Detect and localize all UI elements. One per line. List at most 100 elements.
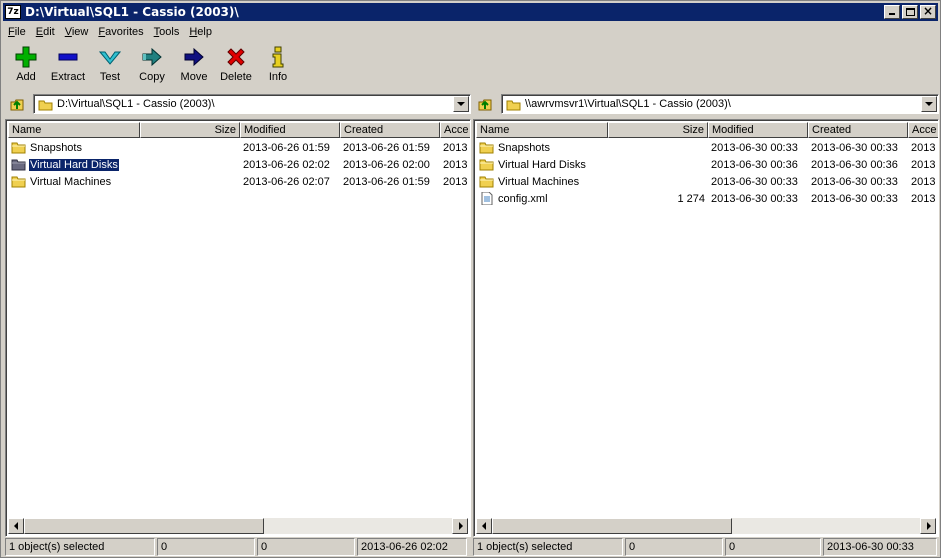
minus-icon bbox=[56, 45, 80, 69]
minimize-icon bbox=[889, 13, 895, 15]
add-button[interactable]: Add bbox=[5, 45, 47, 89]
up-folder-icon bbox=[478, 99, 492, 111]
file-name: Snapshots bbox=[30, 141, 82, 154]
left-status-modified: 2013-06-26 02:02 bbox=[357, 538, 467, 556]
right-horizontal-scrollbar[interactable] bbox=[476, 518, 936, 534]
minimize-button[interactable] bbox=[884, 5, 900, 19]
right-path-bar: \\awrvmsvr1\Virtual\SQL1 - Cassio (2003)… bbox=[473, 93, 939, 115]
copy-button[interactable]: Copy bbox=[131, 45, 173, 89]
menu-tools[interactable]: Tools bbox=[149, 26, 185, 38]
delete-label: Delete bbox=[220, 71, 252, 83]
right-scroll-right-button[interactable] bbox=[920, 518, 936, 534]
title-bar[interactable]: 7z D:\Virtual\SQL1 - Cassio (2003)\ × bbox=[3, 3, 938, 21]
left-col-modified[interactable]: Modified bbox=[240, 122, 340, 138]
name-cell: Snapshots bbox=[476, 141, 608, 154]
accessed-cell: 2013 bbox=[911, 158, 936, 171]
accessed-cell: 2013 bbox=[911, 192, 936, 205]
table-row[interactable]: Snapshots 2013-06-30 00:33 2013-06-30 00… bbox=[476, 139, 938, 156]
created-cell: 2013-06-30 00:33 bbox=[811, 141, 898, 154]
left-horizontal-scrollbar[interactable] bbox=[8, 518, 468, 534]
accessed-cell: 2013 bbox=[443, 158, 468, 171]
table-row[interactable]: Snapshots 2013-06-26 01:59 2013-06-26 01… bbox=[8, 139, 470, 156]
folder-icon bbox=[11, 176, 26, 188]
left-file-list[interactable]: Name Size Modified Created Acce Snapshot… bbox=[5, 119, 471, 537]
size-cell: 1 274 bbox=[677, 192, 705, 205]
info-label: Info bbox=[268, 71, 288, 83]
right-status-packed: 0 bbox=[725, 538, 821, 556]
menu-bar: File Edit View Favorites Tools Help bbox=[3, 23, 217, 41]
menu-view[interactable]: View bbox=[60, 26, 94, 38]
right-file-list[interactable]: Name Size Modified Created Acce Snapshot… bbox=[473, 119, 939, 537]
right-scroll-left-button[interactable] bbox=[476, 518, 492, 534]
right-col-modified[interactable]: Modified bbox=[708, 122, 808, 138]
main-window: 7z D:\Virtual\SQL1 - Cassio (2003)\ × Fi… bbox=[0, 0, 941, 558]
right-path-dropdown-button[interactable] bbox=[921, 96, 937, 112]
delete-button[interactable]: Delete bbox=[215, 45, 257, 89]
menu-favorites[interactable]: Favorites bbox=[93, 26, 148, 38]
table-row-selected[interactable]: Virtual Hard Disks 2013-06-26 02:02 2013… bbox=[8, 156, 470, 173]
modified-cell: 2013-06-30 00:33 bbox=[711, 175, 798, 188]
right-col-size[interactable]: Size bbox=[608, 122, 708, 138]
move-arrow-icon bbox=[182, 45, 206, 69]
right-scroll-thumb[interactable] bbox=[492, 518, 732, 534]
menu-help[interactable]: Help bbox=[184, 26, 217, 38]
copy-label: Copy bbox=[139, 71, 165, 83]
left-scroll-right-button[interactable] bbox=[452, 518, 468, 534]
plus-icon bbox=[14, 45, 38, 69]
table-row[interactable]: config.xml 1 274 2013-06-30 00:33 2013-0… bbox=[476, 190, 938, 207]
right-up-folder-button[interactable] bbox=[475, 95, 495, 113]
left-col-size[interactable]: Size bbox=[140, 122, 240, 138]
menu-edit[interactable]: Edit bbox=[31, 26, 60, 38]
left-scroll-left-button[interactable] bbox=[8, 518, 24, 534]
file-name: Virtual Machines bbox=[30, 175, 112, 188]
table-row[interactable]: Virtual Machines 2013-06-26 02:07 2013-0… bbox=[8, 173, 470, 190]
test-button[interactable]: Test bbox=[89, 45, 131, 89]
modified-cell: 2013-06-26 02:07 bbox=[243, 175, 330, 188]
extract-button[interactable]: Extract bbox=[47, 45, 89, 89]
left-status-bar: 1 object(s) selected 0 0 2013-06-26 02:0… bbox=[5, 538, 469, 556]
left-path-dropdown-button[interactable] bbox=[453, 96, 469, 112]
left-up-folder-button[interactable] bbox=[7, 95, 27, 113]
file-name: Virtual Hard Disks bbox=[498, 158, 586, 171]
accessed-cell: 2013 bbox=[911, 175, 936, 188]
name-cell: Virtual Machines bbox=[476, 175, 608, 188]
created-cell: 2013-06-26 01:59 bbox=[343, 141, 430, 154]
menu-tools-label: ools bbox=[159, 26, 180, 38]
info-button[interactable]: Info bbox=[257, 45, 299, 89]
left-status-packed: 0 bbox=[257, 538, 355, 556]
accessed-cell: 2013 bbox=[911, 141, 936, 154]
created-cell: 2013-06-26 02:00 bbox=[343, 158, 430, 171]
table-row[interactable]: Virtual Hard Disks 2013-06-30 00:36 2013… bbox=[476, 156, 938, 173]
right-col-created[interactable]: Created bbox=[808, 122, 908, 138]
left-path-combo[interactable]: D:\Virtual\SQL1 - Cassio (2003)\ bbox=[33, 94, 471, 114]
close-button[interactable]: × bbox=[920, 4, 936, 19]
right-path-combo[interactable]: \\awrvmsvr1\Virtual\SQL1 - Cassio (2003)… bbox=[501, 94, 939, 114]
left-column-headers: Name Size Modified Created Acce bbox=[8, 122, 470, 138]
maximize-button[interactable] bbox=[902, 5, 918, 19]
app-icon: 7z bbox=[5, 5, 21, 19]
add-label: Add bbox=[16, 71, 36, 83]
table-row[interactable]: Virtual Machines 2013-06-30 00:33 2013-0… bbox=[476, 173, 938, 190]
right-status-bar: 1 object(s) selected 0 0 2013-06-30 00:3… bbox=[473, 538, 939, 556]
left-rows: Snapshots 2013-06-26 01:59 2013-06-26 01… bbox=[8, 139, 470, 190]
arrow-right-icon bbox=[926, 522, 931, 530]
right-col-accessed[interactable]: Acce bbox=[908, 122, 938, 138]
right-col-name[interactable]: Name bbox=[476, 122, 608, 138]
delete-x-icon bbox=[224, 45, 248, 69]
name-cell: Virtual Hard Disks bbox=[476, 158, 608, 171]
info-icon bbox=[266, 45, 290, 69]
chevron-down-icon bbox=[457, 101, 465, 106]
modified-cell: 2013-06-30 00:33 bbox=[711, 192, 798, 205]
menu-file[interactable]: File bbox=[3, 26, 31, 38]
accessed-cell: 2013 bbox=[443, 175, 468, 188]
menu-view-accel: V bbox=[64, 26, 72, 38]
check-icon bbox=[98, 45, 122, 69]
name-cell: config.xml bbox=[476, 192, 608, 205]
move-button[interactable]: Move bbox=[173, 45, 215, 89]
folder-selected-icon bbox=[11, 159, 26, 171]
left-col-created[interactable]: Created bbox=[340, 122, 440, 138]
left-col-name[interactable]: Name bbox=[8, 122, 140, 138]
left-col-accessed[interactable]: Acce bbox=[440, 122, 470, 138]
left-status-selected: 1 object(s) selected bbox=[5, 538, 155, 556]
left-scroll-thumb[interactable] bbox=[24, 518, 264, 534]
